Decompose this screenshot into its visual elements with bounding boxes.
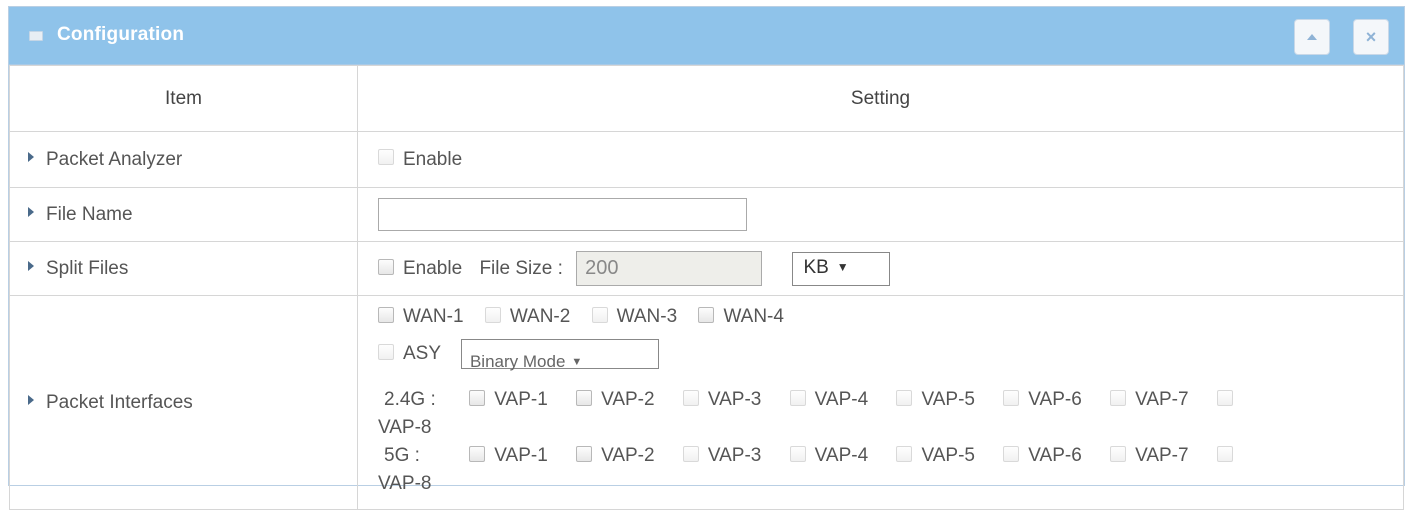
file-size-label: File Size : [479, 257, 563, 279]
item-label: File Name [46, 203, 133, 225]
caret-right-icon [28, 261, 34, 272]
mode-value: Binary Mode [469, 351, 566, 371]
setting-packet-analyzer: Enable [357, 131, 1404, 188]
panel-header: Configuration × [9, 7, 1404, 65]
wan-4-checkbox[interactable] [698, 306, 715, 323]
vap-7-5g-checkbox[interactable] [1110, 445, 1127, 462]
table-header-row: Item Setting [9, 65, 1404, 132]
vap-label: VAP-1 [494, 389, 548, 410]
close-icon: × [1365, 27, 1377, 47]
wan-1-checkbox[interactable] [378, 306, 394, 323]
setting-packet-interfaces: WAN-1 WAN-2 WAN-3 WAN-4 ASY Binary Mode ▼… [357, 295, 1404, 510]
item-split-files: Split Files [9, 241, 358, 296]
vap-7-24g-checkbox[interactable] [1110, 389, 1127, 406]
item-packet-interfaces: Packet Interfaces [9, 295, 358, 510]
vap-label: VAP-2 [601, 389, 655, 410]
vap-label: VAP-2 [601, 445, 655, 466]
vap-6-5g-checkbox[interactable] [1003, 445, 1020, 462]
vap-label: VAP-5 [921, 445, 975, 466]
panel-icon [29, 31, 43, 41]
band-24g-line: 2.4G : VAP-1 VAP-2 VAP-3 VAP-4 VAP-5 VAP… [378, 386, 1403, 414]
vap-5-5g-checkbox[interactable] [896, 445, 913, 462]
vap-3-24g-checkbox[interactable] [682, 389, 699, 406]
caret-right-icon [28, 395, 34, 406]
band-5g-line: 5G : VAP-1 VAP-2 VAP-3 VAP-4 VAP-5 VAP-6… [378, 442, 1403, 470]
vap-label: VAP-8 [378, 473, 432, 494]
wan-line: WAN-1 WAN-2 WAN-3 WAN-4 [378, 300, 1403, 334]
setting-column-header: Setting [357, 65, 1404, 132]
chevron-up-icon [1307, 34, 1317, 40]
vap-label: VAP-3 [707, 445, 762, 466]
item-label: Packet Interfaces [46, 391, 193, 413]
wan-1-label: WAN-1 [403, 306, 464, 327]
vap-label: VAP-4 [814, 445, 869, 466]
wan-2-label: WAN-2 [509, 306, 571, 327]
enable-label: Enable [403, 148, 463, 170]
vap-5-24g-checkbox[interactable] [896, 389, 913, 406]
split-files-enable-checkbox[interactable] [378, 258, 394, 275]
vap-label: VAP-7 [1135, 389, 1189, 410]
table-row: Split Files Enable File Size : 200 KB ▼ [9, 241, 1404, 296]
file-name-input[interactable] [378, 198, 747, 231]
vap-3-5g-checkbox[interactable] [682, 445, 699, 462]
vap-8-5g-checkbox[interactable] [1216, 445, 1233, 462]
vap-label: VAP-6 [1028, 389, 1082, 410]
packet-analyzer-enable-checkbox[interactable] [378, 149, 394, 166]
setting-split-files: Enable File Size : 200 KB ▼ [357, 241, 1404, 296]
asy-mode-select[interactable]: Binary Mode ▼ [460, 338, 659, 371]
band-24g-label: 2.4G : [384, 389, 436, 410]
item-column-header: Item [9, 65, 358, 132]
item-packet-analyzer: Packet Analyzer [9, 131, 358, 188]
file-size-input[interactable]: 200 [576, 251, 763, 286]
vap-2-5g-checkbox[interactable] [576, 445, 593, 462]
vap-label: VAP-8 [378, 417, 432, 438]
wan-3-checkbox[interactable] [591, 306, 608, 323]
vap-8-24g-checkbox[interactable] [1216, 389, 1233, 406]
vap-4-5g-checkbox[interactable] [789, 445, 806, 462]
table-row: Packet Analyzer Enable [9, 131, 1404, 188]
vap-label: VAP-6 [1028, 445, 1082, 466]
item-label: Split Files [46, 257, 129, 279]
wan-4-label: WAN-4 [723, 306, 784, 327]
asy-label: ASY [403, 343, 441, 364]
vap-label: VAP-3 [707, 389, 762, 410]
caret-right-icon [28, 207, 34, 218]
band-5g-label: 5G : [384, 445, 420, 466]
asy-checkbox[interactable] [378, 343, 394, 360]
wan-3-label: WAN-3 [616, 306, 678, 327]
vap-4-24g-checkbox[interactable] [789, 389, 806, 406]
vap-8-24g-wrap-line: VAP-8 [378, 414, 1403, 442]
enable-label: Enable [403, 257, 463, 279]
vap-label: VAP-4 [814, 389, 869, 410]
close-button[interactable]: × [1353, 19, 1389, 55]
vap-2-24g-checkbox[interactable] [576, 389, 593, 406]
item-file-name: File Name [9, 187, 358, 242]
setting-file-name [357, 187, 1404, 242]
unit-value: KB [803, 256, 829, 278]
dropdown-arrow-icon: ▼ [836, 259, 849, 274]
caret-right-icon [28, 152, 34, 163]
panel-title: Configuration [57, 24, 185, 45]
file-size-unit-select[interactable]: KB ▼ [792, 251, 891, 286]
vap-1-24g-checkbox[interactable] [469, 389, 486, 406]
vap-label: VAP-7 [1135, 445, 1189, 466]
vap-6-24g-checkbox[interactable] [1003, 389, 1020, 406]
config-table: Item Setting Packet Analyzer Enable File… [9, 65, 1404, 510]
item-label: Packet Analyzer [46, 148, 183, 170]
table-row: Packet Interfaces WAN-1 WAN-2 WAN-3 WAN-… [9, 295, 1404, 510]
vap-1-5g-checkbox[interactable] [469, 445, 486, 462]
vap-8-5g-wrap-line: VAP-8 [378, 470, 1403, 498]
collapse-button[interactable] [1294, 19, 1330, 55]
table-row: File Name [9, 187, 1404, 242]
configuration-panel: Configuration × Item Setting Packet Anal… [8, 6, 1405, 510]
wan-2-checkbox[interactable] [484, 306, 501, 323]
dropdown-arrow-icon: ▼ [571, 355, 583, 368]
vap-label: VAP-1 [494, 445, 548, 466]
vap-label: VAP-5 [921, 389, 975, 410]
asy-line: ASY Binary Mode ▼ [378, 334, 1403, 374]
